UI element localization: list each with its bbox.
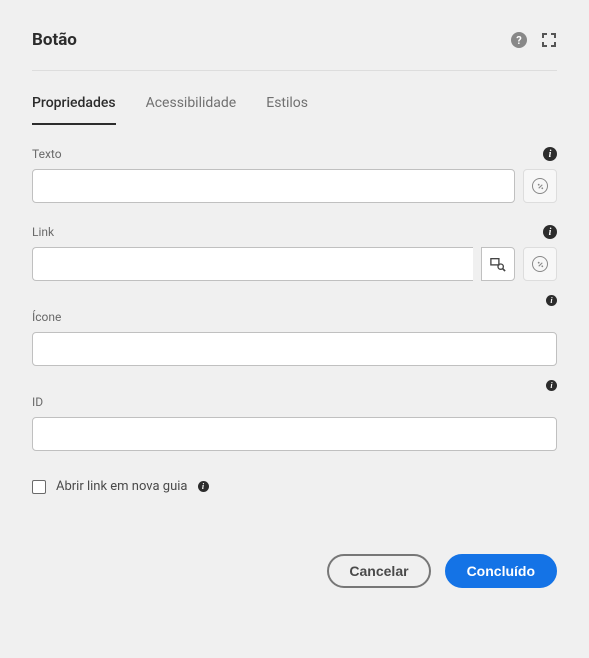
tab-properties[interactable]: Propriedades [32,95,116,125]
info-icon[interactable]: i [546,295,557,306]
input-row [32,169,557,203]
fullscreen-icon[interactable] [541,32,557,48]
label-row: Link i [32,225,557,239]
icon-label: Ícone [32,310,61,324]
done-button[interactable]: Concluído [445,554,557,588]
dialog-header: Botão ? [32,30,557,71]
cancel-button[interactable]: Cancelar [327,554,430,588]
header-actions: ? [511,32,557,48]
path-browse-button[interactable] [481,247,515,281]
input-row [32,417,557,451]
field-group-icon: Ícone [32,310,557,366]
newtab-label: Abrir link em nova guia [56,479,188,494]
link-label: Link [32,225,54,239]
id-input[interactable] [32,417,557,451]
field-group-text: Texto i [32,147,557,203]
datasource-button[interactable] [523,169,557,203]
field-group-id: ID [32,395,557,451]
datasource-icon [532,256,548,272]
newtab-checkbox[interactable] [32,480,46,494]
text-label: Texto [32,147,62,161]
info-icon[interactable]: i [198,481,209,492]
info-icon[interactable]: i [543,147,557,161]
dialog-title: Botão [32,30,77,50]
info-icon[interactable]: i [546,380,557,391]
input-row [32,247,557,281]
datasource-icon [532,178,548,194]
tab-bar: Propriedades Acessibilidade Estilos [32,71,557,125]
info-row: i [32,380,557,391]
link-input[interactable] [32,247,473,281]
icon-input[interactable] [32,332,557,366]
text-input[interactable] [32,169,515,203]
tab-accessibility[interactable]: Acessibilidade [146,95,237,125]
browse-icon [490,256,506,272]
label-row: Texto i [32,147,557,161]
help-icon[interactable]: ? [511,32,527,48]
field-group-link: Link i [32,225,557,281]
dialog-footer: Cancelar Concluído [32,554,557,588]
input-row [32,332,557,366]
info-row: i [32,295,557,306]
info-icon[interactable]: i [543,225,557,239]
datasource-button[interactable] [523,247,557,281]
newtab-checkbox-row: Abrir link em nova guia i [32,479,557,494]
tab-styles[interactable]: Estilos [266,95,308,125]
label-row: Ícone [32,310,557,324]
label-row: ID [32,395,557,409]
id-label: ID [32,395,43,409]
